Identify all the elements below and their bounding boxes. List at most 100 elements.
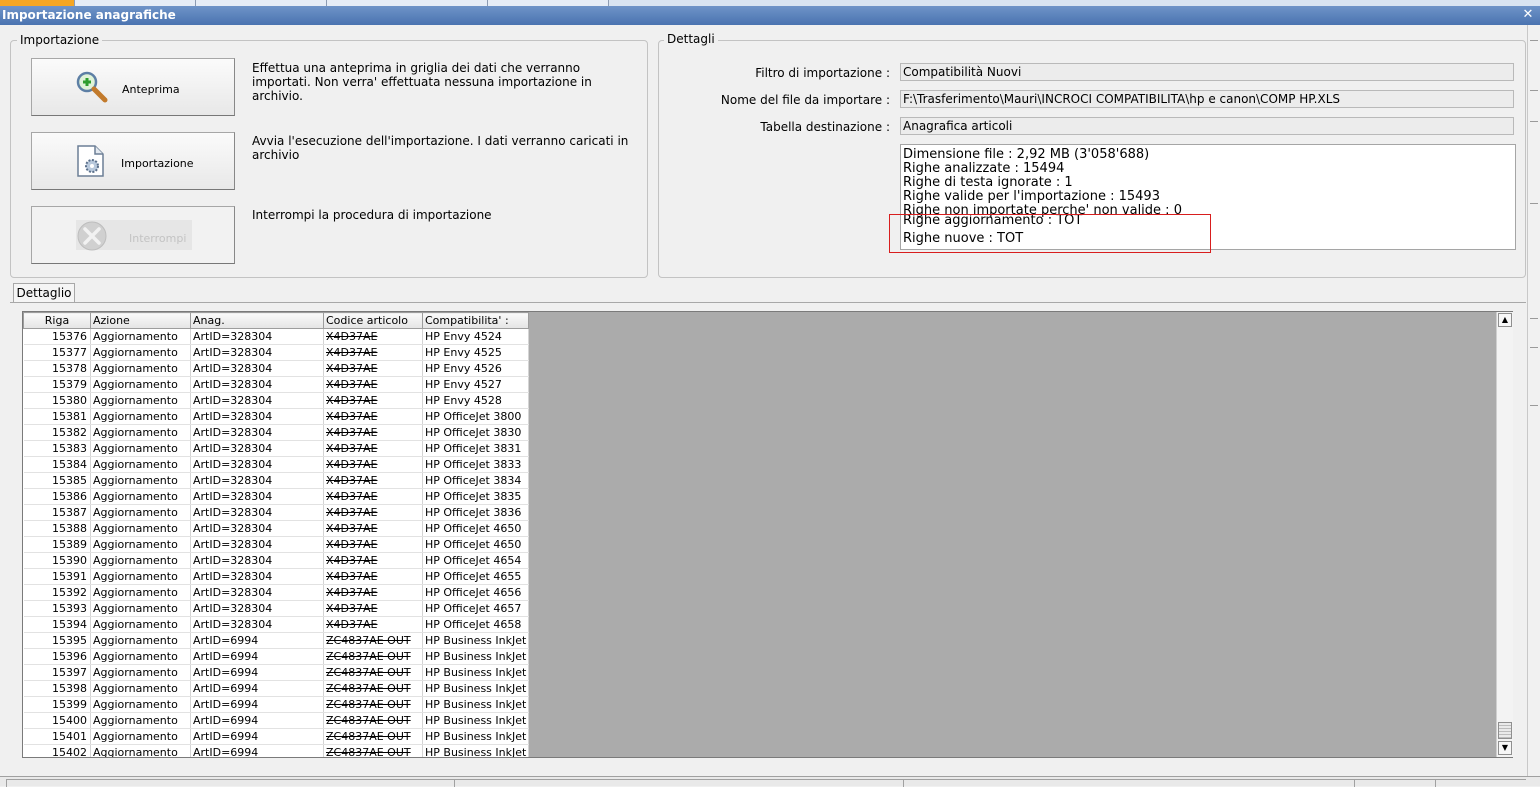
table-cell: X4D37AE <box>323 360 423 377</box>
interrompi-button[interactable]: Interrompi <box>31 206 235 264</box>
table-row[interactable]: 15398 Aggiornamento ArtID=6994 ZC4837AE OUT… <box>23 680 530 697</box>
table-cell: 15376 <box>23 328 91 345</box>
table-cell: ArtID=6994 <box>190 696 324 713</box>
table-cell: X4D37AE <box>323 456 423 473</box>
interrompi-description: Interrompi la procedura di importazione <box>252 208 492 222</box>
importazione-label: Importazione <box>121 157 194 170</box>
table-cell: X4D37AE <box>323 376 423 393</box>
importazione-description: Avvia l'esecuzione dell'importazione. I … <box>252 134 629 162</box>
table-row[interactable]: 15383 Aggiornamento ArtID=328304 X4D37AE HP … <box>23 440 530 457</box>
table-cell: 15388 <box>23 520 91 537</box>
anteprima-button[interactable]: Anteprima <box>31 58 235 116</box>
table-cell: HP OfficeJet 3830 <box>422 424 530 441</box>
window-scrollbar[interactable] <box>1527 25 1540 785</box>
grid-column-header[interactable]: Azione <box>90 312 191 329</box>
table-cell: ZC4837AE OUT <box>323 632 423 649</box>
highlight-annotation <box>889 214 1211 253</box>
scroll-grip <box>1530 40 1538 41</box>
table-row[interactable]: 15389 Aggiornamento ArtID=328304 X4D37AE HP … <box>23 536 530 553</box>
table-cell: ArtID=328304 <box>190 552 324 569</box>
table-cell: X4D37AE <box>323 424 423 441</box>
table-row[interactable]: 15380 Aggiornamento ArtID=328304 X4D37AE HP … <box>23 392 530 409</box>
file-label: Nome del file da importare : <box>720 93 890 107</box>
grid-column-header[interactable]: Anag. <box>190 312 324 329</box>
table-cell: Aggiornamento <box>90 584 191 601</box>
table-row[interactable]: 15386 Aggiornamento ArtID=328304 X4D37AE HP … <box>23 488 530 505</box>
table-row[interactable]: 15387 Aggiornamento ArtID=328304 X4D37AE HP … <box>23 504 530 521</box>
grid-vertical-scrollbar[interactable]: ▲ ▼ <box>1496 312 1513 757</box>
file-field: F:\Trasferimento\Mauri\INCROCI COMPATIBI… <box>900 90 1514 108</box>
table-row[interactable]: 15385 Aggiornamento ArtID=328304 X4D37AE HP … <box>23 472 530 489</box>
importazione-button[interactable]: Importazione <box>31 132 235 190</box>
table-cell: Aggiornamento <box>90 712 191 729</box>
table-cell: Aggiornamento <box>90 680 191 697</box>
table-cell: X4D37AE <box>323 344 423 361</box>
table-cell: X4D37AE <box>323 536 423 553</box>
table-cell: HP OfficeJet 3834 <box>422 472 530 489</box>
table-cell: X4D37AE <box>323 408 423 425</box>
table-cell: ArtID=328304 <box>190 408 324 425</box>
table-row[interactable]: 15381 Aggiornamento ArtID=328304 X4D37AE HP … <box>23 408 530 425</box>
table-cell: Aggiornamento <box>90 376 191 393</box>
table-row[interactable]: 15395 Aggiornamento ArtID=6994 ZC4837AE OUT… <box>23 632 530 649</box>
table-cell: Aggiornamento <box>90 392 191 409</box>
table-cell: ZC4837AE OUT <box>323 712 423 729</box>
dettagli-group-label: Dettagli <box>664 32 718 46</box>
table-cell: X4D37AE <box>323 472 423 489</box>
table-cell: ArtID=328304 <box>190 376 324 393</box>
table-row[interactable]: 15392 Aggiornamento ArtID=328304 X4D37AE HP … <box>23 584 530 601</box>
table-cell: 15401 <box>23 728 91 745</box>
table-cell: 15392 <box>23 584 91 601</box>
table-row[interactable]: 15399 Aggiornamento ArtID=6994 ZC4837AE OUT… <box>23 696 530 713</box>
table-cell: ArtID=328304 <box>190 504 324 521</box>
table-cell: Aggiornamento <box>90 728 191 745</box>
table-cell: ArtID=6994 <box>190 632 324 649</box>
grid-column-header[interactable]: Compatibilita' : <box>421 312 530 329</box>
grid-column-header[interactable]: Riga <box>23 312 91 329</box>
table-row[interactable]: 15390 Aggiornamento ArtID=328304 X4D37AE HP … <box>23 552 530 569</box>
grid-column-header[interactable]: Codice articolo <box>323 312 423 329</box>
table-row[interactable]: 15401 Aggiornamento ArtID=6994 ZC4837AE OUT… <box>23 728 530 745</box>
table-row[interactable]: 15384 Aggiornamento ArtID=328304 X4D37AE HP … <box>23 456 530 473</box>
table-cell: ArtID=328304 <box>190 360 324 377</box>
table-cell: X4D37AE <box>323 392 423 409</box>
table-row[interactable]: 15400 Aggiornamento ArtID=6994 ZC4837AE OUT… <box>23 712 530 729</box>
table-cell: HP OfficeJet 3833 <box>422 456 530 473</box>
table-row[interactable]: 15378 Aggiornamento ArtID=328304 X4D37AE HP … <box>23 360 530 377</box>
status-pane <box>454 779 903 787</box>
table-cell: ArtID=328304 <box>190 600 324 617</box>
table-cell: 15399 <box>23 696 91 713</box>
status-pane <box>1354 779 1435 787</box>
table-cell: Aggiornamento <box>90 648 191 665</box>
table-cell: 15397 <box>23 664 91 681</box>
detail-grid[interactable]: Riga Azione Anag. Codice articolo Compatibil… <box>22 311 1513 758</box>
scroll-down-icon[interactable]: ▼ <box>1498 741 1512 755</box>
table-cell: ArtID=328304 <box>190 456 324 473</box>
table-row[interactable]: 15394 Aggiornamento ArtID=328304 X4D37AE HP … <box>23 616 530 633</box>
table-row[interactable]: 15391 Aggiornamento ArtID=328304 X4D37AE HP … <box>23 568 530 585</box>
table-row[interactable]: 15376 Aggiornamento ArtID=328304 X4D37AE HP … <box>23 328 530 345</box>
table-cell: Aggiornamento <box>90 568 191 585</box>
table-cell: 15395 <box>23 632 91 649</box>
status-pane <box>6 779 454 787</box>
table-cell: ArtID=328304 <box>190 344 324 361</box>
table-row[interactable]: 15393 Aggiornamento ArtID=328304 X4D37AE HP … <box>23 600 530 617</box>
close-icon[interactable]: ✕ <box>1520 8 1536 22</box>
tab-dettaglio[interactable]: Dettaglio <box>13 283 75 303</box>
table-cell: Aggiornamento <box>90 328 191 345</box>
table-row[interactable]: 15402 Aggiornamento ArtID=6994 ZC4837AE OUT… <box>23 744 530 757</box>
scroll-thumb[interactable] <box>1498 722 1512 739</box>
table-cell: HP Envy 4525 <box>422 344 530 361</box>
table-row[interactable]: 15388 Aggiornamento ArtID=328304 X4D37AE HP … <box>23 520 530 537</box>
scroll-up-icon[interactable]: ▲ <box>1498 313 1512 327</box>
table-cell: ZC4837AE OUT <box>323 664 423 681</box>
table-row[interactable]: 15382 Aggiornamento ArtID=328304 X4D37AE HP … <box>23 424 530 441</box>
table-row[interactable]: 15379 Aggiornamento ArtID=328304 X4D37AE HP … <box>23 376 530 393</box>
table-row[interactable]: 15396 Aggiornamento ArtID=6994 ZC4837AE OUT… <box>23 648 530 665</box>
table-cell: Aggiornamento <box>90 536 191 553</box>
anteprima-label: Anteprima <box>122 83 180 96</box>
info-line: Righe analizzate : 15494 <box>903 161 1065 176</box>
anteprima-description: Effettua una anteprima in griglia dei da… <box>252 61 592 103</box>
table-row[interactable]: 15397 Aggiornamento ArtID=6994 ZC4837AE OUT… <box>23 664 530 681</box>
table-row[interactable]: 15377 Aggiornamento ArtID=328304 X4D37AE HP … <box>23 344 530 361</box>
